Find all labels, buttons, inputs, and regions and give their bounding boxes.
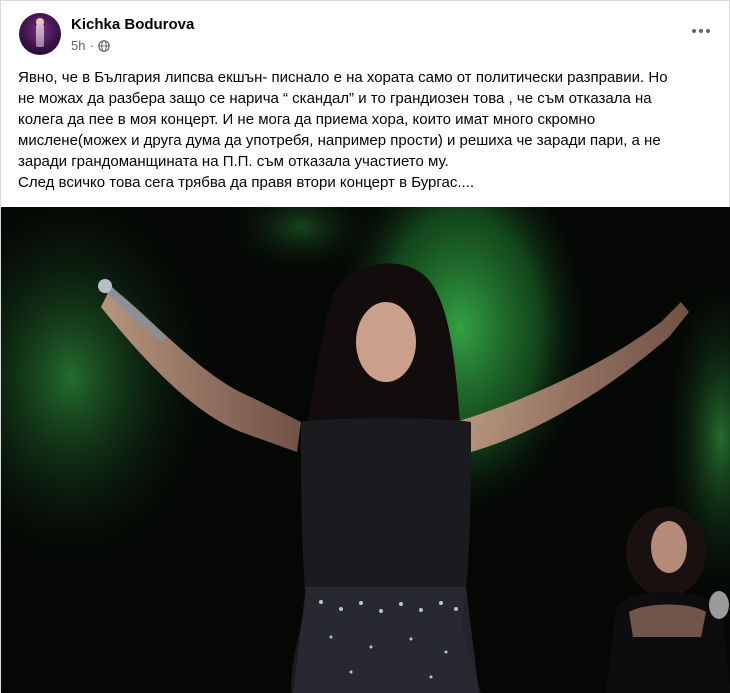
post-text-line: колега да пее в моя концерт. И не мога д…: [18, 111, 596, 128]
facebook-post: Kichka Bodurova 5h · Явно, че в България…: [0, 0, 730, 693]
post-text-line: не можах да разбера защо се нарича “ ска…: [18, 90, 652, 107]
globe-icon[interactable]: [98, 39, 110, 52]
avatar-figure-body: [36, 23, 44, 47]
post-header: Kichka Bodurova 5h ·: [19, 13, 715, 59]
concert-photo: [1, 207, 730, 693]
singer-face: [356, 302, 416, 382]
more-options-icon[interactable]: [687, 17, 715, 45]
post-text: Явно, че в България липсва екшън- писнал…: [18, 67, 718, 193]
post-photo[interactable]: [1, 207, 730, 693]
post-meta: 5h ·: [71, 38, 110, 53]
post-text-line: заради грандоманщината на П.П. съм отказ…: [18, 153, 449, 170]
author-name[interactable]: Kichka Bodurova: [71, 16, 194, 33]
post-text-line: След всичко това сега трябва да правя вт…: [18, 174, 475, 191]
author-avatar[interactable]: [19, 13, 61, 55]
post-text-line: Явно, че в България липсва екшън- писнал…: [18, 69, 668, 86]
post-text-line: мислене(можех и друга дума да употребя, …: [18, 132, 661, 149]
post-time[interactable]: 5h: [71, 38, 85, 53]
musician-face: [651, 521, 687, 573]
meta-separator: ·: [89, 38, 94, 53]
